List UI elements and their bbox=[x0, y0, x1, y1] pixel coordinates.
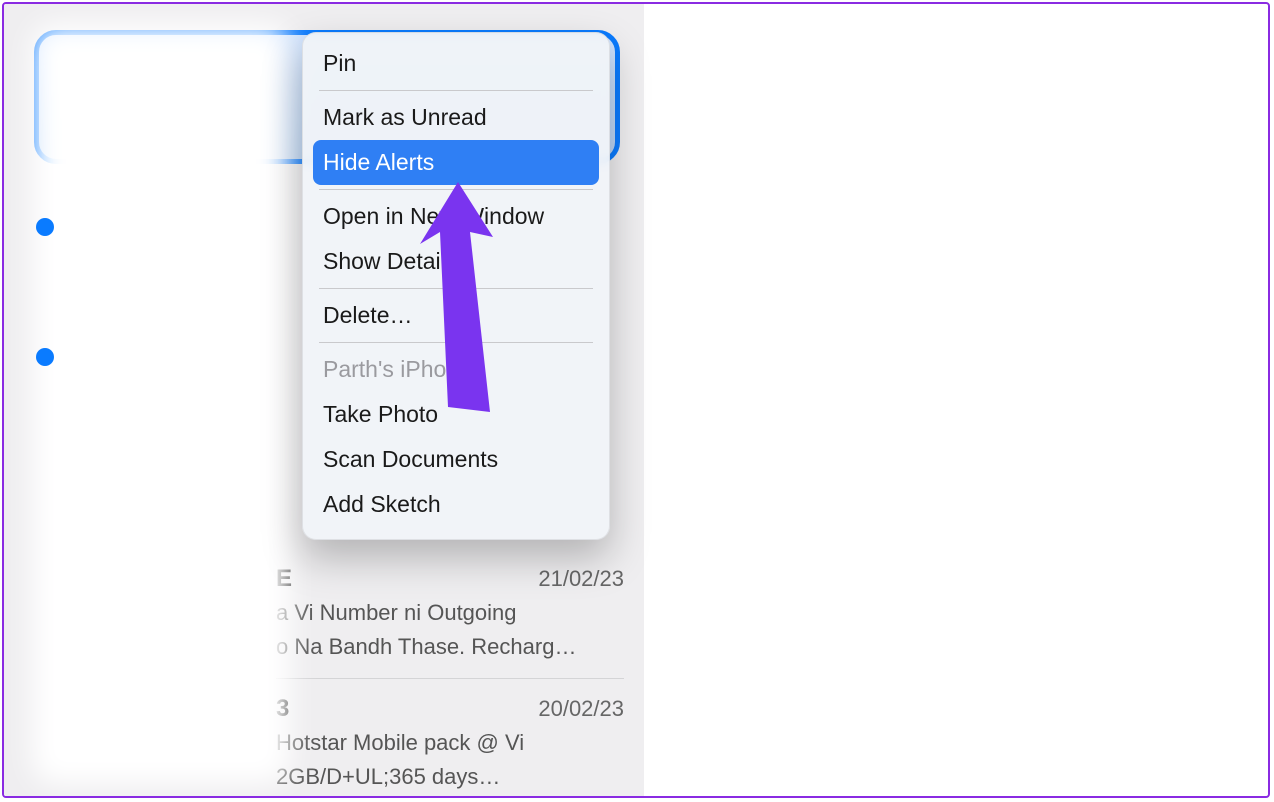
context-menu: Pin Mark as Unread Hide Alerts Open in N… bbox=[302, 32, 610, 540]
menu-item-pin[interactable]: Pin bbox=[313, 41, 599, 86]
menu-item-mark-unread[interactable]: Mark as Unread bbox=[313, 95, 599, 140]
conversation-date: 21/02/23 bbox=[538, 564, 624, 594]
unread-dot-icon bbox=[36, 218, 54, 236]
menu-separator bbox=[319, 90, 593, 91]
conversation-row[interactable]: E 21/02/23 a Vi Number ni Outgoing o Na … bbox=[276, 564, 624, 679]
menu-device-header: Parth's iPhone bbox=[313, 347, 599, 392]
conversation-row[interactable]: 3 20/02/23 Hotstar Mobile pack @ Vi 2GB/… bbox=[276, 694, 624, 792]
redacted-blur-overlay bbox=[32, 24, 290, 784]
conversation-preview: a Vi Number ni Outgoing bbox=[276, 598, 624, 628]
menu-item-take-photo[interactable]: Take Photo bbox=[313, 392, 599, 437]
menu-item-show-details[interactable]: Show Details bbox=[313, 239, 599, 284]
menu-separator bbox=[319, 189, 593, 190]
menu-item-hide-alerts[interactable]: Hide Alerts bbox=[313, 140, 599, 185]
unread-dot-icon bbox=[36, 348, 54, 366]
conversation-preview: o Na Bandh Thase. Recharg… bbox=[276, 632, 624, 662]
row-separator bbox=[276, 678, 624, 679]
menu-item-delete[interactable]: Delete… bbox=[313, 293, 599, 338]
conversation-preview: Hotstar Mobile pack @ Vi bbox=[276, 728, 624, 758]
menu-separator bbox=[319, 342, 593, 343]
menu-item-scan-documents[interactable]: Scan Documents bbox=[313, 437, 599, 482]
menu-item-add-sketch[interactable]: Add Sketch bbox=[313, 482, 599, 527]
conversation-preview: 2GB/D+UL;365 days… bbox=[276, 762, 624, 792]
menu-item-open-new-window[interactable]: Open in New Window bbox=[313, 194, 599, 239]
menu-separator bbox=[319, 288, 593, 289]
conversation-date: 20/02/23 bbox=[538, 694, 624, 724]
annotated-screenshot-frame: E 21/02/23 a Vi Number ni Outgoing o Na … bbox=[2, 2, 1270, 798]
